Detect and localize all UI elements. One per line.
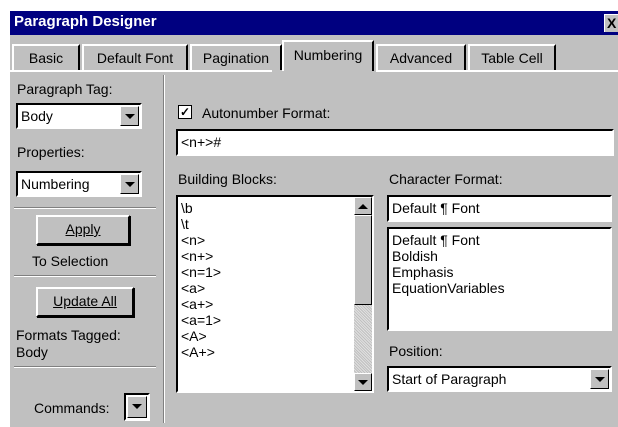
vertical-divider [163, 75, 165, 423]
formats-tagged-label: Formats Tagged: [16, 327, 121, 343]
window-title: Paragraph Designer [14, 13, 157, 30]
tab-baseline-right [376, 70, 618, 72]
chevron-down-icon[interactable] [120, 106, 139, 126]
update-all-button[interactable]: Update All [36, 287, 134, 317]
properties-label: Properties: [17, 144, 85, 160]
list-item[interactable]: <a+> [178, 296, 221, 312]
list-item[interactable]: \b [178, 200, 221, 216]
list-item[interactable]: \t [178, 216, 221, 232]
chevron-down-icon[interactable] [590, 369, 609, 389]
building-blocks-scrollbar[interactable] [354, 197, 372, 391]
tab-basic[interactable]: Basic [12, 44, 80, 70]
list-item[interactable]: EquationVariables [389, 280, 505, 296]
properties-value: Numbering [21, 176, 90, 192]
close-icon[interactable]: X [604, 14, 618, 32]
list-item[interactable]: <A+> [178, 344, 221, 360]
position-value: Start of Paragraph [392, 371, 507, 387]
dialog-body: Basic Default Font Pagination Numbering … [10, 35, 618, 427]
chevron-down-icon[interactable] [120, 174, 139, 194]
autonumber-label: Autonumber Format: [202, 105, 331, 121]
list-item[interactable]: <n> [178, 232, 221, 248]
apply-button[interactable]: Apply [36, 215, 130, 245]
list-item[interactable]: <A> [178, 328, 221, 344]
properties-select[interactable]: Numbering [16, 171, 142, 197]
paragraph-tag-value: Body [21, 108, 53, 124]
character-format-value: Default ¶ Font [392, 200, 480, 216]
list-item[interactable]: <n+> [178, 248, 221, 264]
building-blocks-list[interactable]: \b \t <n> <n+> <n=1> <a> <a+> <a=1> <A> <A+> [176, 195, 374, 393]
list-item[interactable]: <a=1> [178, 312, 221, 328]
character-format-label: Character Format: [389, 171, 503, 187]
building-blocks-items: \b \t <n> <n+> <n=1> <a> <a+> <a=1> <A> <A+> [178, 200, 221, 360]
autonumber-format-field[interactable]: <n+># [176, 129, 614, 156]
scroll-thumb[interactable] [354, 215, 372, 305]
update-all-button-label: Update All [53, 293, 117, 309]
tab-advanced[interactable]: Advanced [376, 44, 466, 70]
divider [14, 275, 156, 277]
divider [14, 366, 156, 368]
apply-button-label: Apply [65, 221, 101, 237]
character-format-field[interactable]: Default ¶ Font [387, 195, 612, 222]
paragraph-tag-select[interactable]: Body [16, 103, 142, 129]
tab-numbering[interactable]: Numbering [282, 40, 374, 71]
list-item[interactable]: <n=1> [178, 264, 221, 280]
character-format-items: Default ¶ Font Boldish Emphasis EquationVar… [389, 232, 505, 296]
tab-baseline-left [10, 70, 272, 72]
position-select[interactable]: Start of Paragraph [387, 366, 612, 392]
chevron-down-icon[interactable] [127, 396, 147, 418]
scroll-up-icon[interactable] [354, 197, 372, 215]
character-format-list[interactable]: Default ¶ Font Boldish Emphasis EquationVar… [387, 227, 612, 331]
formats-tagged-value: Body [16, 344, 48, 360]
list-item[interactable]: <a> [178, 280, 221, 296]
list-item[interactable]: Boldish [389, 248, 505, 264]
list-item[interactable]: Emphasis [389, 264, 505, 280]
title-bar[interactable]: Paragraph Designer X [10, 11, 618, 35]
tab-default-font[interactable]: Default Font [82, 44, 188, 70]
tab-strip: Basic Default Font Pagination Numbering … [10, 35, 618, 71]
apply-sub-label: To Selection [32, 253, 109, 269]
paragraph-designer-window: Paragraph Designer X Basic Default Font … [0, 0, 618, 427]
commands-label: Commands: [34, 400, 110, 416]
paragraph-tag-label: Paragraph Tag: [17, 81, 113, 97]
position-label: Position: [389, 343, 443, 359]
commands-menu[interactable] [124, 393, 150, 421]
divider [14, 207, 156, 209]
building-blocks-label: Building Blocks: [178, 171, 277, 187]
scroll-down-icon[interactable] [354, 373, 372, 391]
tab-table-cell[interactable]: Table Cell [468, 44, 556, 70]
list-item[interactable]: Default ¶ Font [389, 232, 505, 248]
tab-pagination[interactable]: Pagination [190, 44, 282, 70]
autonumber-checkbox[interactable]: ✓ [178, 105, 192, 119]
autonumber-format-value: <n+># [181, 134, 222, 150]
